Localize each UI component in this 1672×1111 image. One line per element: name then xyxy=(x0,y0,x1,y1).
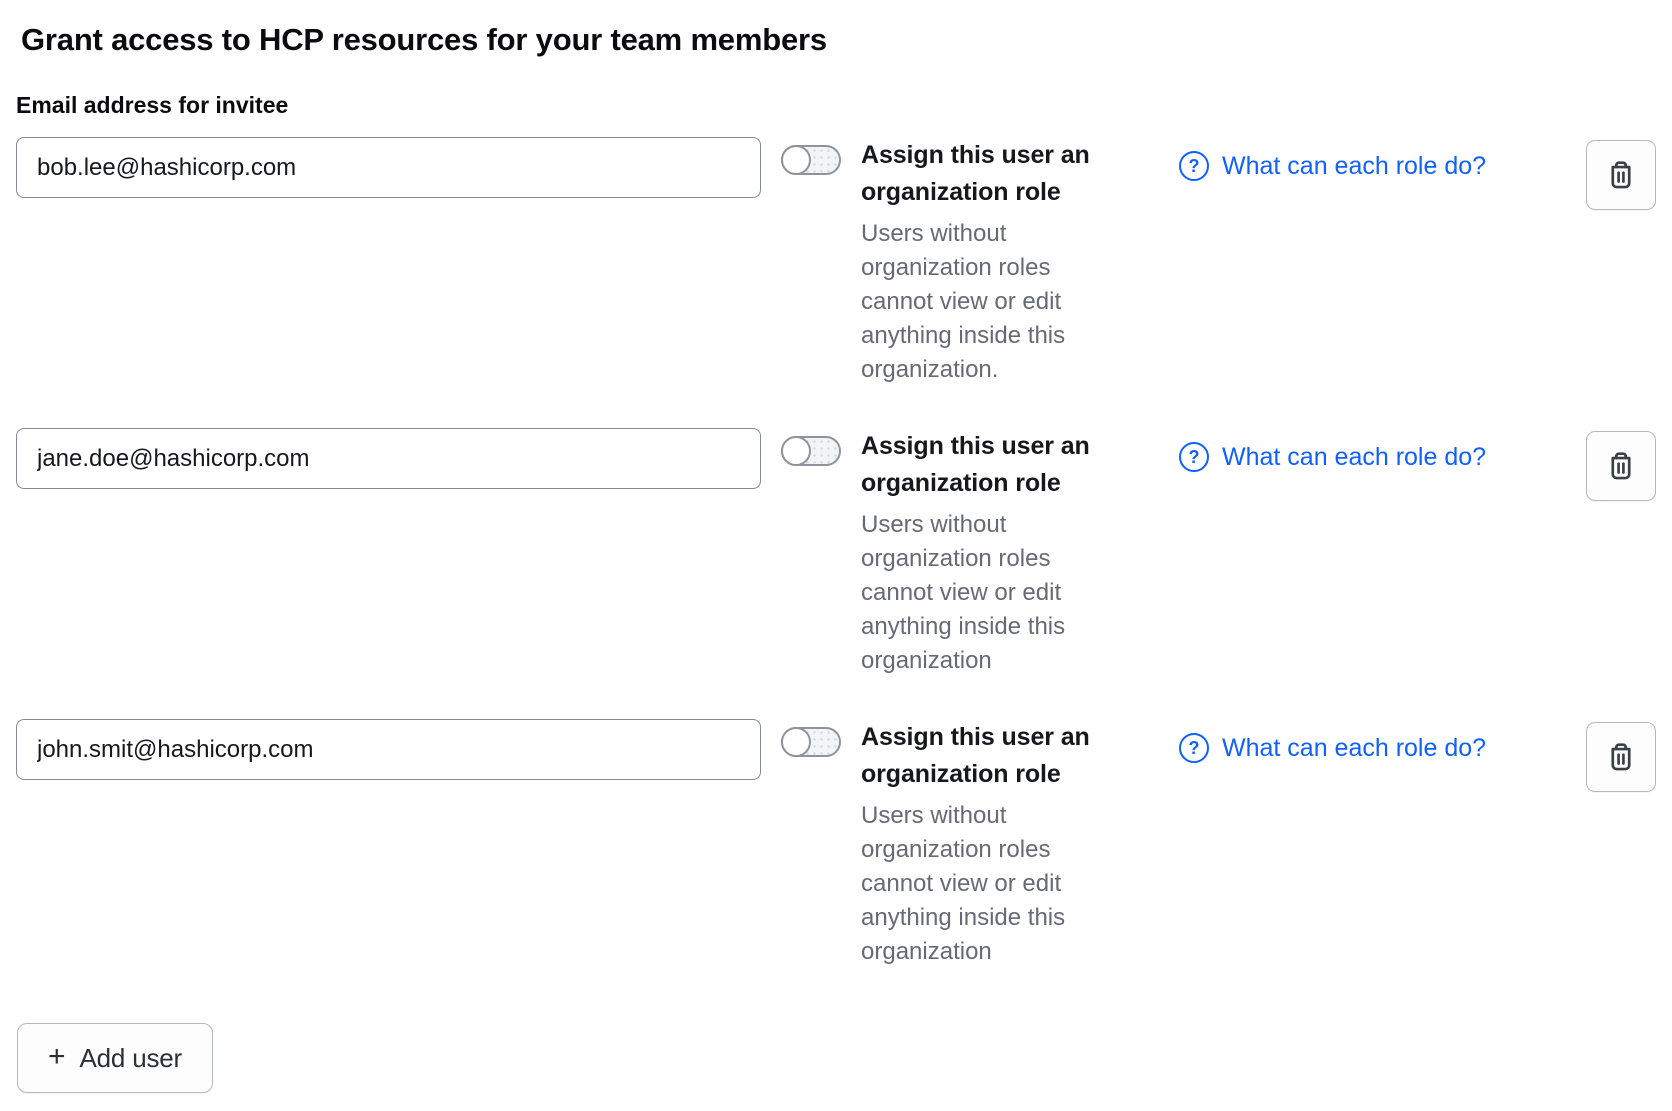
trash-icon xyxy=(1604,449,1638,483)
question-circle-icon: ? xyxy=(1179,733,1209,763)
assign-role-title: Assign this user an organization role xyxy=(861,137,1123,211)
role-help-link[interactable]: ? What can each role do? xyxy=(1179,151,1563,181)
assign-role-text: Assign this user an organization role Us… xyxy=(861,428,1123,678)
add-user-label: Add user xyxy=(80,1043,182,1074)
assign-role-description: Users without organization roles cannot … xyxy=(861,508,1123,678)
invite-team-members-form: Grant access to HCP resources for your t… xyxy=(0,0,1672,1111)
email-address-label: Email address for invitee xyxy=(16,91,1656,119)
role-help-label: What can each role do? xyxy=(1222,443,1486,472)
org-role-toggle[interactable] xyxy=(781,436,841,466)
add-user-button[interactable]: + Add user xyxy=(17,1023,213,1093)
trash-icon xyxy=(1604,158,1638,192)
trash-icon xyxy=(1604,740,1638,774)
invite-row: Assign this user an organization role Us… xyxy=(16,428,1656,678)
email-input[interactable] xyxy=(16,137,761,198)
assign-role-description: Users without organization roles cannot … xyxy=(861,217,1123,387)
assign-role-description: Users without organization roles cannot … xyxy=(861,799,1123,969)
role-help-label: What can each role do? xyxy=(1222,152,1486,181)
delete-row-button[interactable] xyxy=(1586,140,1656,210)
toggle-knob-icon xyxy=(781,145,811,175)
org-role-toggle[interactable] xyxy=(781,727,841,757)
page-title: Grant access to HCP resources for your t… xyxy=(21,22,1656,58)
toggle-knob-icon xyxy=(781,727,811,757)
role-help-label: What can each role do? xyxy=(1222,734,1486,763)
question-circle-icon: ? xyxy=(1179,442,1209,472)
toggle-knob-icon xyxy=(781,436,811,466)
delete-row-button[interactable] xyxy=(1586,722,1656,792)
assign-role-title: Assign this user an organization role xyxy=(861,719,1123,793)
assign-role-text: Assign this user an organization role Us… xyxy=(861,719,1123,969)
assign-role-title: Assign this user an organization role xyxy=(861,428,1123,502)
question-circle-icon: ? xyxy=(1179,151,1209,181)
delete-row-button[interactable] xyxy=(1586,431,1656,501)
plus-icon: + xyxy=(48,1042,66,1072)
role-help-link[interactable]: ? What can each role do? xyxy=(1179,442,1563,472)
org-role-toggle[interactable] xyxy=(781,145,841,175)
email-input[interactable] xyxy=(16,428,761,489)
email-input[interactable] xyxy=(16,719,761,780)
invite-row: Assign this user an organization role Us… xyxy=(16,137,1656,387)
invite-row: Assign this user an organization role Us… xyxy=(16,719,1656,969)
assign-role-text: Assign this user an organization role Us… xyxy=(861,137,1123,387)
role-help-link[interactable]: ? What can each role do? xyxy=(1179,733,1563,763)
